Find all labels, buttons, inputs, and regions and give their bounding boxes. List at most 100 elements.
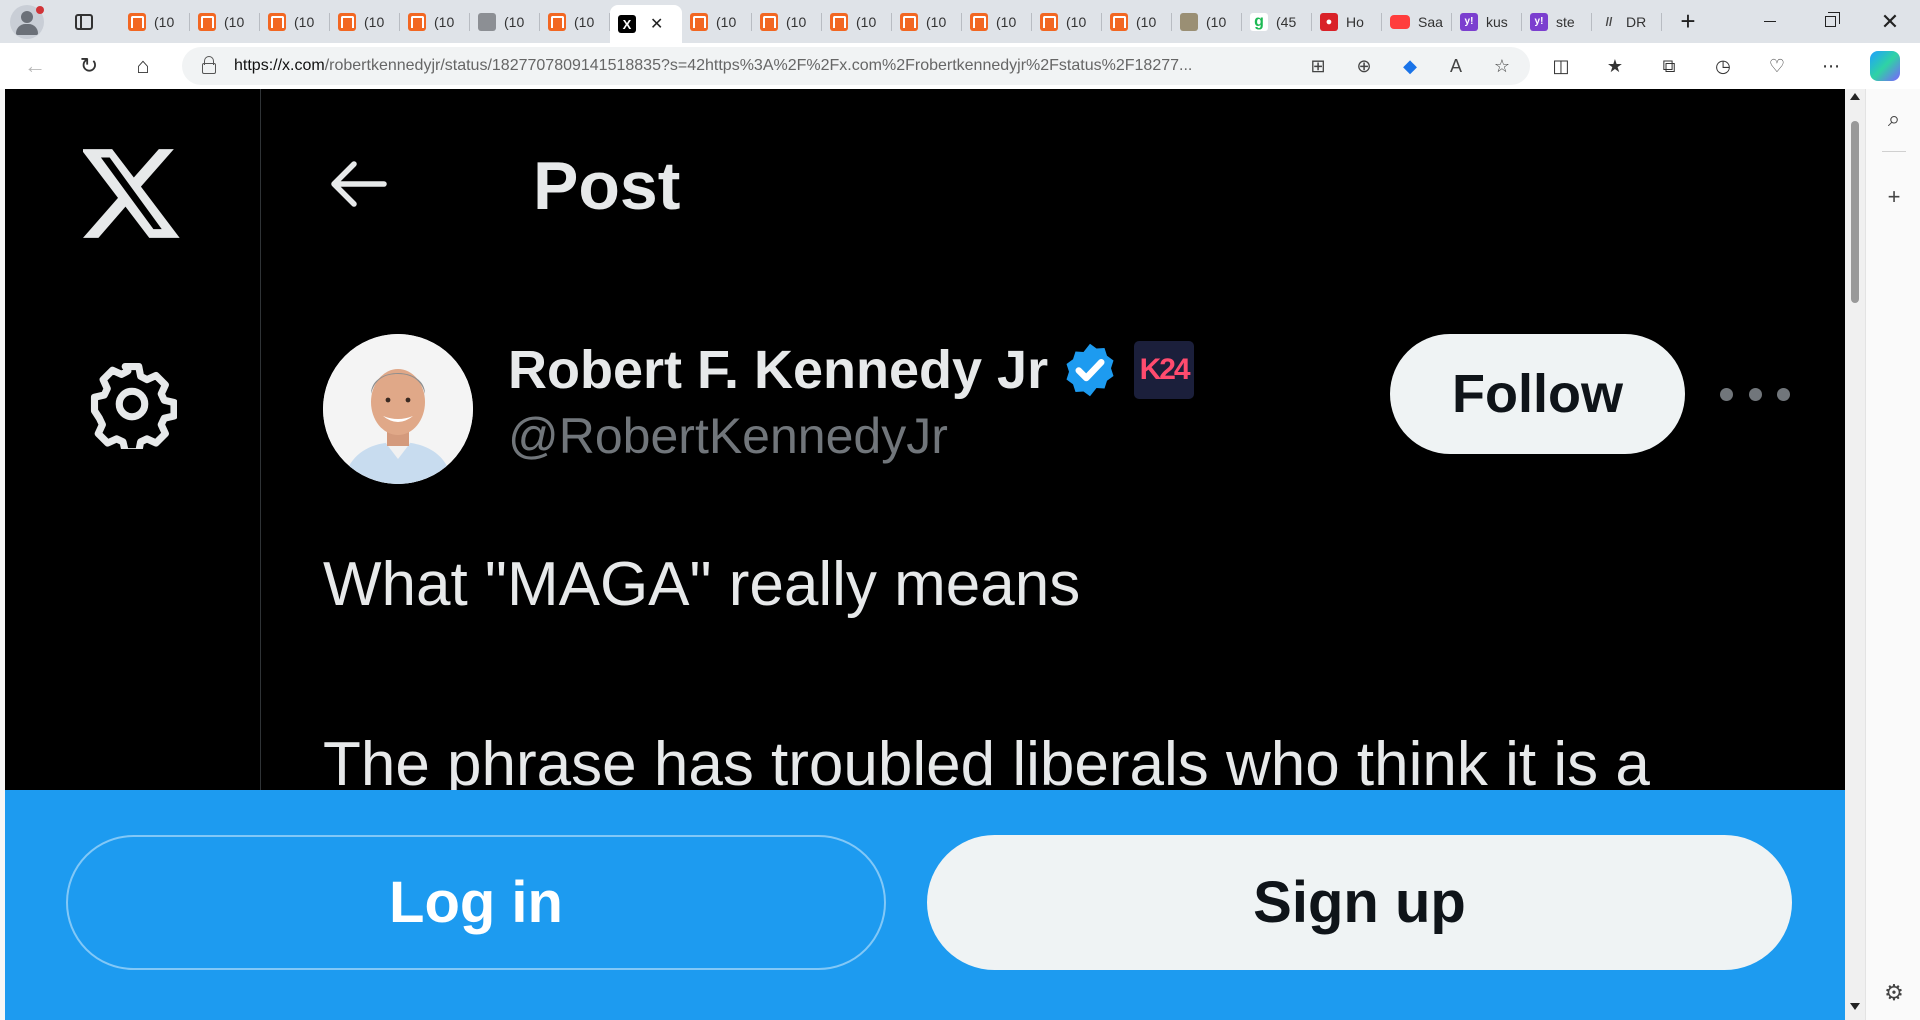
x-logo-icon: X [618, 15, 636, 33]
close-window-button[interactable]: ✕ [1860, 0, 1920, 43]
tab-label: ste [1556, 13, 1575, 30]
orange-bookmark-icon [338, 12, 356, 31]
tab[interactable]: ● Ho [1312, 5, 1382, 39]
grass-image-icon [1180, 12, 1198, 31]
page-scrollbar[interactable] [1845, 89, 1865, 1020]
post-header: Post [261, 89, 1845, 289]
tab[interactable]: (10 [400, 5, 470, 39]
favorite-star-icon[interactable]: ☆ [1483, 51, 1521, 81]
tab-list: (10 (10 (10 (10 (10 (10 (10 X ✕ (10 (10 (10 (10 (10 (1… [120, 0, 1662, 43]
scroll-up-arrow-icon[interactable] [1850, 93, 1860, 100]
favorites-icon[interactable]: ★ [1594, 47, 1636, 85]
yahoo-icon: y! [1530, 12, 1548, 31]
tab-label: (10 [856, 13, 877, 30]
orange-bookmark-icon [1040, 12, 1058, 31]
x-logo-icon[interactable] [83, 149, 183, 241]
tab-label: (10 [364, 13, 385, 30]
youtube-icon [1390, 14, 1410, 29]
page-title: Post [533, 148, 681, 224]
tab[interactable]: g (45 [1242, 5, 1312, 39]
orange-bookmark-icon [690, 12, 708, 31]
lock-icon[interactable] [202, 55, 216, 74]
author-handle[interactable]: @RobertKennedyJr [508, 407, 948, 465]
split-screen-icon[interactable]: ◫ [1540, 47, 1582, 85]
gray-image-icon [478, 12, 496, 31]
author-name[interactable]: Robert F. Kennedy Jr [508, 339, 1048, 401]
new-tab-button[interactable]: + [1672, 6, 1704, 37]
tab-active[interactable]: X ✕ [610, 5, 682, 43]
login-button[interactable]: Log in [66, 835, 886, 970]
tab[interactable]: (10 [752, 5, 822, 39]
tab-label: (10 [294, 13, 315, 30]
restore-button[interactable] [1800, 0, 1860, 43]
profile-avatar-icon[interactable] [10, 4, 44, 39]
copilot-icon[interactable] [1864, 47, 1906, 85]
refresh-button[interactable]: ↻ [70, 47, 108, 85]
shopping-tag-icon[interactable]: ◆ [1391, 51, 1429, 81]
avatar[interactable] [323, 334, 473, 484]
tab[interactable]: (10 [540, 5, 610, 39]
settings-menu-icon[interactable]: ⋯ [1810, 47, 1852, 85]
edge-sidebar: ⌕ + ⚙ [1865, 89, 1920, 1020]
page-viewport: Post Robert F. Kennedy Jr K24 @RobertKen… [5, 89, 1845, 1020]
tab-label: Ho [1346, 13, 1364, 30]
orange-bookmark-icon [408, 12, 426, 31]
tab[interactable]: (10 [330, 5, 400, 39]
follow-button[interactable]: Follow [1390, 334, 1685, 454]
tab-label: DR [1626, 13, 1647, 30]
tab[interactable]: (10 [822, 5, 892, 39]
tab[interactable]: (10 [1172, 5, 1242, 39]
read-aloud-icon[interactable]: A [1437, 51, 1475, 81]
orange-bookmark-icon [1110, 12, 1128, 31]
tab-label: (45 [1276, 13, 1297, 30]
browser-essentials-icon[interactable]: ♡ [1756, 47, 1798, 85]
collections-icon[interactable]: ⧉ [1648, 47, 1690, 85]
scrollbar-thumb[interactable] [1851, 121, 1859, 303]
tab[interactable]: (10 [120, 5, 190, 39]
tab[interactable]: y! ste [1522, 5, 1592, 39]
tab[interactable]: Saa [1382, 5, 1452, 39]
minimize-button[interactable] [1740, 0, 1800, 43]
zoom-icon[interactable]: ⊕ [1345, 51, 1383, 81]
signup-button[interactable]: Sign up [927, 835, 1792, 970]
gear-icon[interactable] [87, 359, 177, 449]
back-arrow-icon[interactable] [329, 159, 389, 209]
post-text-line: What "MAGA" really means [323, 550, 1081, 619]
tab[interactable]: (10 [892, 5, 962, 39]
tab-label: (10 [574, 13, 595, 30]
history-icon[interactable]: ◷ [1702, 47, 1744, 85]
sidebar-settings-icon[interactable]: ⚙ [1880, 979, 1908, 1007]
tab[interactable]: (10 [260, 5, 330, 39]
tab[interactable]: (10 [190, 5, 260, 39]
url-text[interactable]: https://x.com/robertkennedyjr/status/182… [234, 57, 1289, 75]
back-nav-button[interactable]: ← [16, 47, 54, 85]
browser-toolbar: ← ↻ ⌂ https://x.com/robertkennedyjr/stat… [0, 43, 1920, 89]
search-icon[interactable]: ⌕ [1880, 105, 1908, 133]
orange-bookmark-icon [830, 12, 848, 31]
orange-bookmark-icon [900, 12, 918, 31]
tab[interactable]: (10 [682, 5, 752, 39]
orange-bookmark-icon [198, 12, 216, 31]
tab[interactable]: (10 [1032, 5, 1102, 39]
add-icon[interactable]: + [1880, 183, 1908, 211]
tab[interactable]: // DR [1592, 5, 1662, 39]
affiliate-badge[interactable]: K24 [1134, 341, 1195, 399]
tab-label: (10 [224, 13, 245, 30]
tab[interactable]: y! kus [1452, 5, 1522, 39]
tab[interactable]: (10 [1102, 5, 1172, 39]
affiliate-badge-label: K24 [1139, 353, 1191, 386]
tab[interactable]: (10 [470, 5, 540, 39]
tab-label: (10 [1206, 13, 1227, 30]
tab-actions-icon[interactable] [66, 7, 102, 37]
tab[interactable]: (10 [962, 5, 1032, 39]
more-options-icon[interactable] [1720, 374, 1790, 414]
home-button[interactable]: ⌂ [124, 47, 162, 85]
tab-label: (10 [996, 13, 1017, 30]
scroll-down-arrow-icon[interactable] [1850, 1003, 1860, 1010]
tab-label: (10 [1136, 13, 1157, 30]
login-signup-bar: Log in Sign up [5, 790, 1845, 1020]
close-tab-icon[interactable]: ✕ [650, 14, 663, 34]
app-available-icon[interactable]: ⊞ [1299, 51, 1337, 81]
address-bar[interactable]: https://x.com/robertkennedyjr/status/182… [182, 47, 1530, 85]
verified-badge-icon[interactable] [1060, 340, 1120, 400]
